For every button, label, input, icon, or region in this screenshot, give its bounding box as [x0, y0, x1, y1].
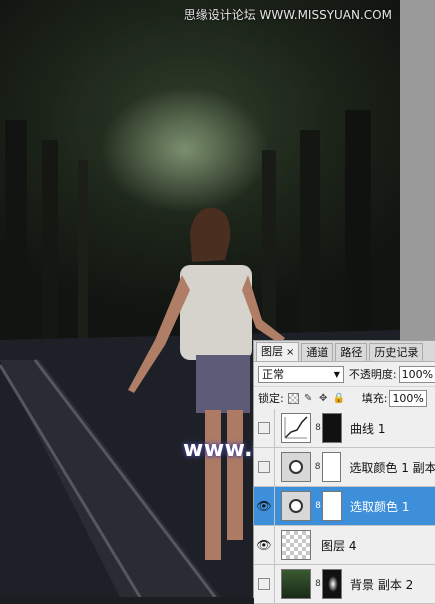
layer-row-selective-color[interactable]: 👁 8 选取颜色 1 — [254, 487, 435, 526]
layer-mask-thumb[interactable] — [322, 491, 342, 521]
lock-all-icon[interactable]: 🔒 — [333, 393, 345, 404]
girl-leg-left — [205, 410, 221, 560]
fill-input[interactable]: 100% — [389, 389, 427, 407]
layer-list: 8 曲线 1 8 选取颜色 1 副本 👁 8 选取颜色 1 👁 图层 4 8 背… — [254, 409, 435, 604]
watermark-top: 思缘设计论坛 WWW.MISSYUAN.COM — [183, 8, 392, 22]
adjustment-dot — [288, 460, 303, 474]
opacity-input[interactable]: 100% — [398, 365, 435, 383]
tab-layers-label: 图层 — [261, 345, 283, 358]
layer-row-curves[interactable]: 8 曲线 1 — [254, 409, 435, 448]
chain-link-icon[interactable]: 8 — [314, 423, 322, 433]
girl-shorts — [196, 355, 250, 413]
workspace-background — [400, 0, 435, 340]
adjustment-dot — [289, 499, 303, 513]
tab-history-label: 历史记录 — [374, 346, 419, 359]
blend-mode-value: 正常 — [262, 368, 284, 381]
lock-label: 锁定: — [258, 392, 284, 405]
lock-row: 锁定: ✎ ✥ 🔒 填充: 100% — [254, 387, 435, 410]
tab-channels-label: 通道 — [306, 346, 329, 359]
lock-move-icon[interactable]: ✥ — [318, 393, 329, 404]
tab-history[interactable]: 历史记录 — [369, 343, 424, 361]
photo-layer-thumb — [281, 569, 311, 599]
tree-trunk — [262, 150, 276, 350]
blend-row: 正常 ▼ 不透明度: 100% — [254, 362, 435, 387]
tree-trunk — [42, 140, 58, 350]
tab-layers[interactable]: 图层 × — [256, 342, 300, 361]
layers-panel: 图层 × 通道 路径 历史记录 正常 ▼ 不透明度: 100% 锁定: ✎ ✥ 🔒… — [253, 340, 435, 604]
tab-paths-label: 路径 — [340, 346, 363, 359]
chain-link-icon[interactable]: 8 — [314, 462, 322, 472]
opacity-label: 不透明度: — [348, 368, 397, 381]
chevron-down-icon: ▼ — [333, 369, 340, 379]
tab-paths[interactable]: 路径 — [335, 343, 368, 361]
lock-brush-icon[interactable]: ✎ — [303, 393, 314, 404]
visibility-off-box — [258, 578, 270, 590]
visibility-off-box — [258, 422, 270, 434]
visibility-toggle[interactable] — [254, 448, 275, 486]
visibility-off-box — [257, 461, 270, 473]
selective-color-adjustment-icon — [281, 491, 311, 521]
tab-channels[interactable]: 通道 — [301, 343, 334, 361]
close-icon[interactable]: × — [286, 347, 294, 358]
tree-trunk — [78, 160, 88, 350]
chain-link-icon[interactable]: 8 — [314, 579, 322, 589]
layer-name: 选取颜色 1 副本 — [349, 460, 435, 475]
visibility-toggle[interactable] — [254, 565, 275, 603]
visibility-toggle[interactable] — [254, 409, 275, 447]
girl-leg-right — [227, 410, 243, 540]
layer-name: 图层 4 — [321, 538, 357, 553]
tree-trunk — [5, 120, 27, 350]
curves-adjustment-icon — [281, 413, 311, 443]
layer-mask-thumb[interactable] — [322, 569, 342, 599]
visibility-toggle[interactable]: 👁 — [254, 526, 275, 564]
eye-icon: 👁 — [256, 499, 272, 513]
girl-hair — [190, 207, 231, 262]
chain-link-icon[interactable]: 8 — [314, 501, 322, 511]
visibility-toggle[interactable]: 👁 — [254, 487, 275, 525]
layer-name: 背景 副本 2 — [350, 577, 414, 592]
tree-trunk — [300, 130, 320, 340]
lock-transparent-icon[interactable] — [287, 392, 299, 404]
tree-trunk — [345, 110, 371, 350]
girl-top — [180, 265, 252, 360]
layer-mask-thumb[interactable] — [322, 413, 342, 443]
layer-row-selective-color-copy[interactable]: 8 选取颜色 1 副本 — [254, 448, 435, 487]
layer-name: 选取颜色 1 — [350, 499, 410, 514]
layer-row-layer-4[interactable]: 👁 图层 4 — [254, 526, 435, 565]
layer-row-background-copy-2[interactable]: 8 背景 副本 2 — [254, 565, 435, 604]
transparent-layer-thumb — [281, 530, 311, 560]
selective-color-adjustment-icon — [280, 452, 311, 482]
layer-mask-thumb[interactable] — [321, 452, 342, 482]
fill-label: 填充: — [361, 392, 388, 405]
eye-icon: 👁 — [256, 538, 272, 552]
layer-name: 曲线 1 — [350, 421, 386, 436]
panel-tabs: 图层 × 通道 路径 历史记录 — [254, 341, 435, 362]
blend-mode-select[interactable]: 正常 ▼ — [258, 365, 344, 383]
